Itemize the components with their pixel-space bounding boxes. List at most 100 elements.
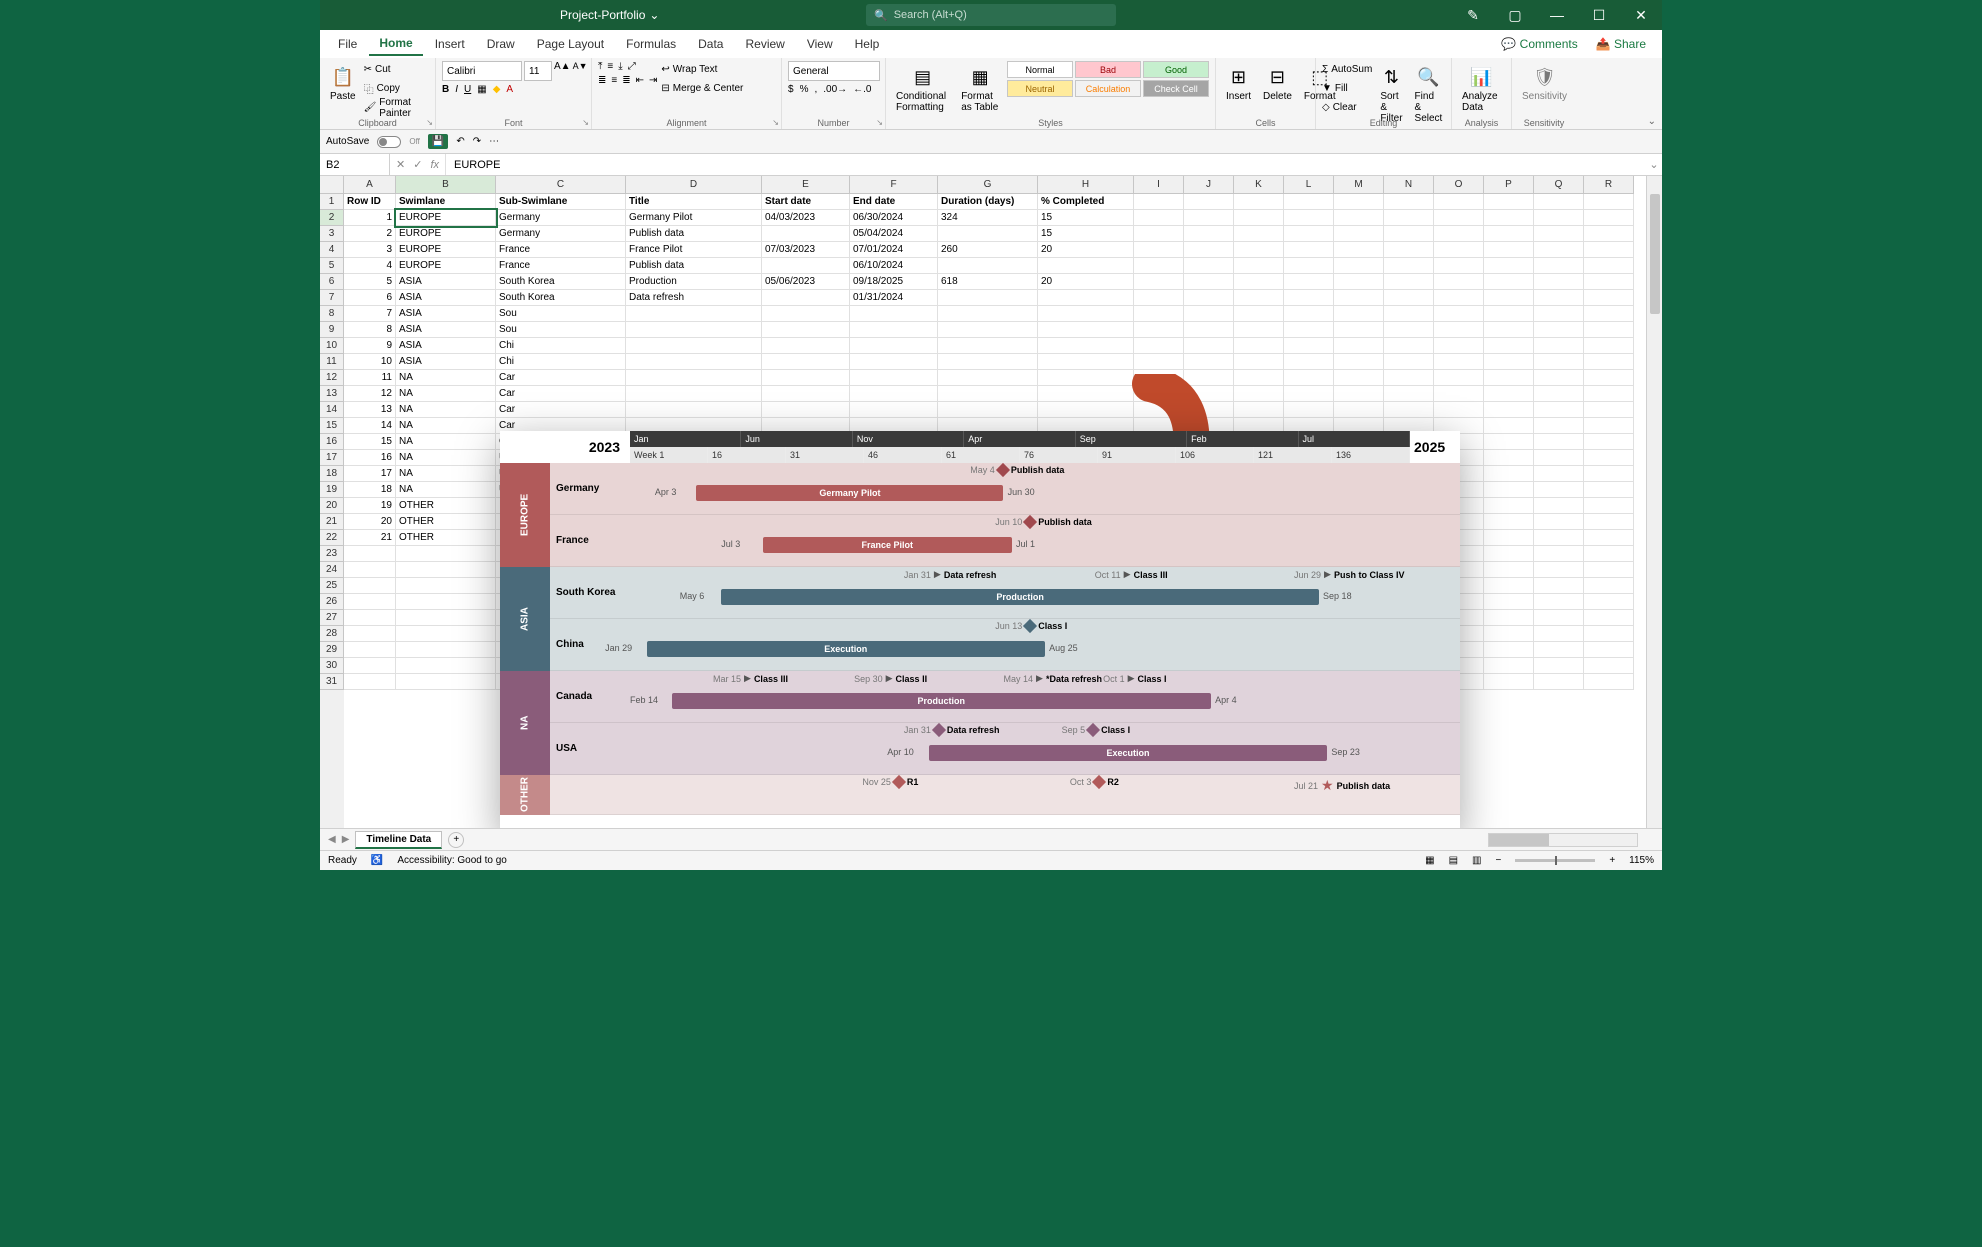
- col-header[interactable]: N: [1384, 176, 1434, 194]
- cell[interactable]: [1584, 658, 1634, 674]
- cell[interactable]: [1384, 354, 1434, 370]
- cell[interactable]: NA: [396, 450, 496, 466]
- row-header[interactable]: 2: [320, 210, 344, 226]
- dialog-launcher-icon[interactable]: ↘: [582, 118, 589, 127]
- cell[interactable]: NA: [396, 386, 496, 402]
- increase-font-icon[interactable]: A▲: [554, 61, 571, 81]
- name-box[interactable]: B2: [320, 154, 390, 175]
- cell[interactable]: [1334, 338, 1384, 354]
- horizontal-scrollbar[interactable]: [1488, 833, 1638, 847]
- tab-file[interactable]: File: [328, 33, 367, 55]
- row-header[interactable]: 29: [320, 642, 344, 658]
- spreadsheet-grid[interactable]: ABCDEFGHIJKLMNOPQR 123456789101112131415…: [320, 176, 1662, 828]
- cell[interactable]: EUROPE: [396, 210, 496, 226]
- cell[interactable]: [1584, 482, 1634, 498]
- cell[interactable]: Title: [626, 194, 762, 210]
- cell[interactable]: Germany: [496, 226, 626, 242]
- cell[interactable]: [1384, 338, 1434, 354]
- cell[interactable]: [396, 642, 496, 658]
- cell[interactable]: 260: [938, 242, 1038, 258]
- cell[interactable]: [1484, 274, 1534, 290]
- cell[interactable]: [1284, 338, 1334, 354]
- cell[interactable]: [1038, 354, 1134, 370]
- cell[interactable]: [626, 402, 762, 418]
- cell[interactable]: [1434, 354, 1484, 370]
- cell[interactable]: 07/01/2024: [850, 242, 938, 258]
- cell[interactable]: [1584, 498, 1634, 514]
- cell[interactable]: [1534, 562, 1584, 578]
- analyze-data-button[interactable]: 📊Analyze Data: [1458, 61, 1505, 115]
- cell[interactable]: ASIA: [396, 322, 496, 338]
- row-header[interactable]: 22: [320, 530, 344, 546]
- cell[interactable]: 13: [344, 402, 396, 418]
- cell[interactable]: [1234, 338, 1284, 354]
- cell[interactable]: [850, 386, 938, 402]
- font-name-select[interactable]: Calibri: [442, 61, 522, 81]
- underline-button[interactable]: U: [464, 84, 471, 95]
- cell[interactable]: 09/18/2025: [850, 274, 938, 290]
- cell[interactable]: [1584, 242, 1634, 258]
- cell[interactable]: [1534, 514, 1584, 530]
- tab-home[interactable]: Home: [369, 32, 422, 56]
- cell[interactable]: [1584, 418, 1634, 434]
- cell[interactable]: [1584, 530, 1634, 546]
- cell[interactable]: [1284, 402, 1334, 418]
- cell[interactable]: ASIA: [396, 306, 496, 322]
- cell[interactable]: [626, 386, 762, 402]
- cell[interactable]: [1134, 322, 1184, 338]
- sort-filter-button[interactable]: ⇅Sort & Filter: [1376, 61, 1406, 126]
- tab-draw[interactable]: Draw: [477, 33, 525, 55]
- fx-icon[interactable]: fx: [430, 159, 439, 171]
- cell[interactable]: NA: [396, 370, 496, 386]
- cell[interactable]: [938, 306, 1038, 322]
- cell[interactable]: 21: [344, 530, 396, 546]
- cell[interactable]: Publish data: [626, 258, 762, 274]
- cell[interactable]: [1234, 226, 1284, 242]
- style-neutral[interactable]: Neutral: [1007, 80, 1073, 97]
- col-header[interactable]: C: [496, 176, 626, 194]
- clear-button[interactable]: ◇Clear: [1322, 99, 1372, 116]
- cell[interactable]: [1234, 194, 1284, 210]
- cell[interactable]: [1184, 194, 1234, 210]
- autosave-toggle[interactable]: [377, 136, 401, 148]
- cell[interactable]: [1534, 386, 1584, 402]
- enter-formula-icon[interactable]: ✓: [413, 158, 422, 171]
- cell[interactable]: [1334, 258, 1384, 274]
- document-name[interactable]: Project-Portfolio⌄: [560, 8, 659, 22]
- cell[interactable]: [1334, 274, 1384, 290]
- cell[interactable]: [1534, 306, 1584, 322]
- cell[interactable]: [762, 370, 850, 386]
- cell[interactable]: [344, 626, 396, 642]
- format-painter-button[interactable]: 🖌Format Painter: [364, 99, 429, 116]
- cell[interactable]: [396, 578, 496, 594]
- cell[interactable]: [1584, 610, 1634, 626]
- cell[interactable]: Germany Pilot: [626, 210, 762, 226]
- cell[interactable]: [1484, 354, 1534, 370]
- cell[interactable]: [1484, 466, 1534, 482]
- formula-bar[interactable]: EUROPE: [446, 154, 1646, 175]
- cell[interactable]: [626, 322, 762, 338]
- italic-button[interactable]: I: [455, 84, 458, 95]
- cell[interactable]: Sou: [496, 322, 626, 338]
- col-header[interactable]: K: [1234, 176, 1284, 194]
- cell[interactable]: [1484, 434, 1534, 450]
- row-header[interactable]: 30: [320, 658, 344, 674]
- cell[interactable]: [1334, 370, 1384, 386]
- cell[interactable]: [1234, 274, 1284, 290]
- row-header[interactable]: 13: [320, 386, 344, 402]
- cell[interactable]: [850, 354, 938, 370]
- cell[interactable]: [1484, 194, 1534, 210]
- cell[interactable]: [1184, 290, 1234, 306]
- cell[interactable]: [1534, 466, 1584, 482]
- undo-button[interactable]: ↶: [456, 136, 464, 147]
- cell[interactable]: South Korea: [496, 274, 626, 290]
- dialog-launcher-icon[interactable]: ↘: [876, 118, 883, 127]
- cell[interactable]: [1534, 450, 1584, 466]
- cell[interactable]: 18: [344, 482, 396, 498]
- cell[interactable]: [1584, 354, 1634, 370]
- cell[interactable]: [1384, 226, 1434, 242]
- cell[interactable]: [1534, 418, 1584, 434]
- cell[interactable]: [1434, 226, 1484, 242]
- cell[interactable]: [1134, 242, 1184, 258]
- cell[interactable]: [1134, 226, 1184, 242]
